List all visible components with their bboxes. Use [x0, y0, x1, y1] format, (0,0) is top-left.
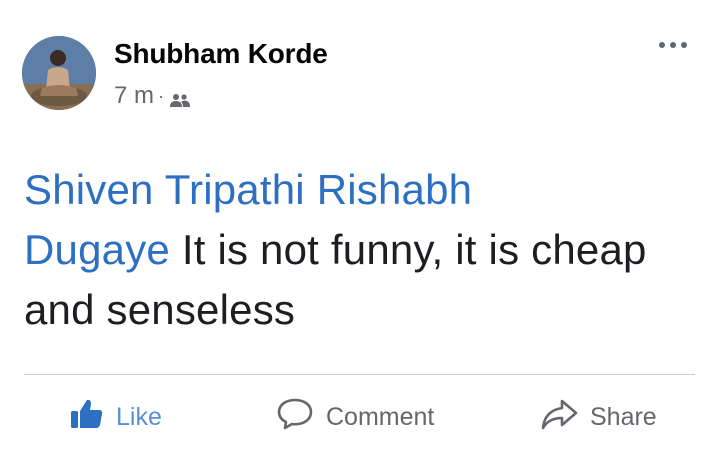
- more-options-icon[interactable]: [659, 42, 687, 48]
- like-button[interactable]: Like: [70, 395, 162, 439]
- share-button[interactable]: Share: [540, 395, 657, 439]
- post-timestamp[interactable]: 7 m: [114, 82, 154, 110]
- share-icon: [540, 397, 578, 438]
- thumbs-up-icon: [70, 397, 104, 438]
- action-bar: Like Comment Share: [0, 395, 719, 439]
- more-dot: [681, 42, 687, 48]
- comment-text: Shiven Tripathi Rishabh Dugaye It is not…: [24, 160, 684, 340]
- post-card: Shubham Korde 7 m · Shiven Tripathi Rish…: [0, 0, 719, 452]
- divider: [24, 374, 695, 375]
- comment-icon: [276, 397, 314, 438]
- mention-link[interactable]: Dugaye: [24, 226, 170, 273]
- more-dot: [670, 42, 676, 48]
- like-label: Like: [116, 402, 162, 431]
- share-label: Share: [590, 402, 657, 431]
- post-header: Shubham Korde 7 m ·: [22, 36, 697, 112]
- more-dot: [659, 42, 665, 48]
- avatar[interactable]: [22, 36, 96, 110]
- mention-link[interactable]: Shiven Tripathi Rishabh: [24, 166, 472, 213]
- author-name[interactable]: Shubham Korde: [114, 38, 328, 70]
- friends-icon[interactable]: [170, 88, 191, 107]
- meta-separator: ·: [158, 85, 165, 106]
- comment-button[interactable]: Comment: [276, 395, 434, 439]
- comment-label: Comment: [326, 402, 435, 431]
- avatar-photo: [22, 36, 96, 110]
- post-meta: 7 m ·: [114, 82, 191, 110]
